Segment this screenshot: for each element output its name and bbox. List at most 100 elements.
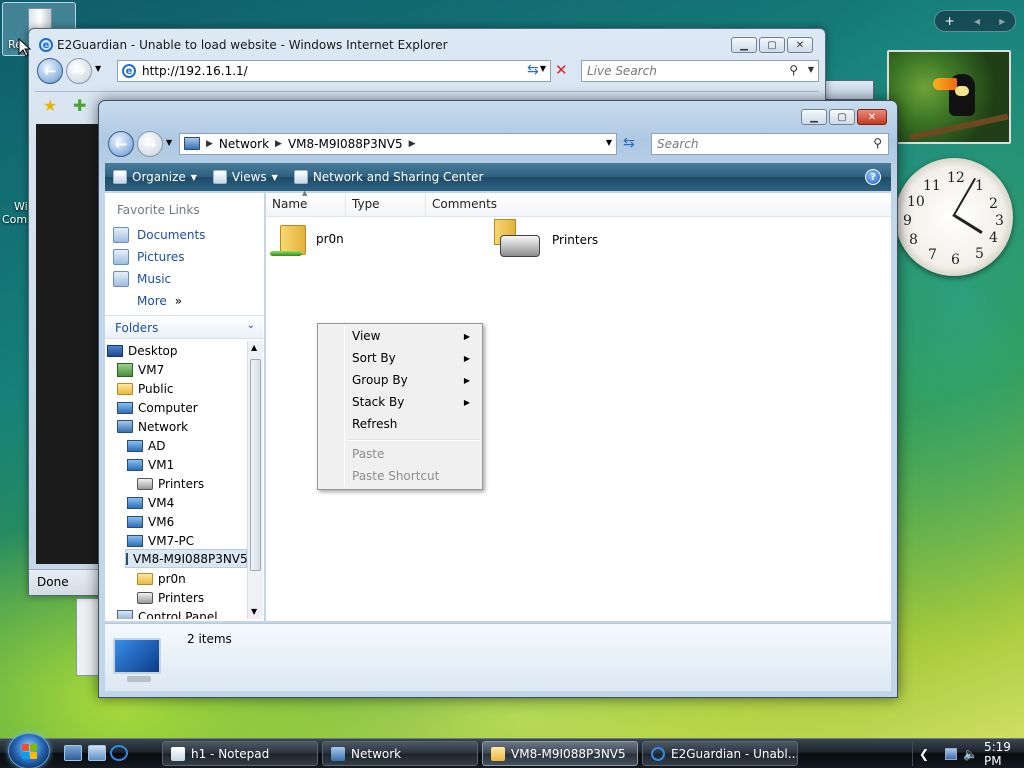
ie-title-bar[interactable]: e E2Guardian - Unable to load website - … (39, 38, 448, 52)
address-dropdown-icon[interactable]: ▼ (606, 138, 612, 147)
add-favorites-icon[interactable]: ✚ (73, 96, 86, 115)
ie-maximize-button[interactable]: ▢ (759, 37, 785, 53)
next-icon[interactable]: ▸ (999, 14, 1005, 28)
show-hidden-icons-icon[interactable]: ❮ (919, 747, 929, 761)
taskbar-clock[interactable]: 5:19 PM (984, 740, 1024, 768)
search-icon[interactable]: ⚲ (873, 136, 882, 150)
favorite-link-more[interactable]: More » (137, 291, 182, 311)
previous-icon[interactable]: ◂ (974, 14, 980, 28)
breadcrumb-arrow-icon[interactable]: ▶ (206, 139, 213, 149)
file-item-printers[interactable]: Printers (494, 219, 598, 261)
favorite-link-label: Documents (137, 228, 206, 242)
taskbar-button-network[interactable]: Network (322, 741, 478, 766)
tree-item-computer[interactable]: Computer (117, 398, 198, 417)
menu-item-label: Paste (352, 447, 385, 461)
tree-scrollbar[interactable]: ▲ ▼ (247, 341, 263, 619)
ie-forward-button[interactable]: → (66, 58, 92, 84)
sidebar-toolbar[interactable]: + ◂ ▸ (934, 10, 1016, 32)
tree-item-public[interactable]: Public (117, 379, 174, 398)
menu-item-sort-by[interactable]: Sort By ▶ (320, 347, 480, 369)
network-sharing-center-button[interactable]: Network and Sharing Center (286, 163, 492, 191)
show-desktop-icon[interactable] (64, 745, 82, 761)
explorer-address-bar[interactable]: ▶ Network ▶ VM8-M9I088P3NV5 ▶ ▼ (179, 133, 617, 155)
breadcrumb-network[interactable]: Network (219, 137, 269, 151)
chevron-down-icon: ▼ (190, 172, 197, 182)
network-status-icon[interactable] (945, 747, 957, 760)
ie-history-dropdown-icon[interactable]: ▼ (95, 64, 101, 73)
refresh-icon[interactable]: ⇆ (623, 135, 635, 151)
file-item-pr0n[interactable]: pr0n (270, 221, 344, 257)
explorer-forward-button[interactable]: → (137, 131, 163, 157)
menu-item-label: Paste Shortcut (352, 469, 440, 483)
explorer-maximize-button[interactable]: ▢ (829, 109, 855, 125)
tree-item-network[interactable]: Network (117, 417, 188, 436)
column-header-type[interactable]: Type (346, 193, 426, 217)
ie-page-content[interactable] (36, 124, 102, 564)
tree-item-vm1[interactable]: VM1 (127, 455, 174, 474)
search-icon[interactable]: ⚲ (789, 63, 798, 77)
menu-item-paste-shortcut[interactable]: Paste Shortcut (320, 465, 480, 487)
breadcrumb-computer[interactable]: VM8-M9I088P3NV5 (288, 137, 403, 151)
slideshow-gadget[interactable] (887, 50, 1011, 144)
ie-minimize-button[interactable]: ▁ (731, 37, 757, 53)
menu-item-stack-by[interactable]: Stack By ▶ (320, 391, 480, 413)
scrollbar-thumb[interactable] (250, 359, 261, 571)
tree-item-vm7-pc[interactable]: VM7-PC (127, 531, 194, 550)
tree-item-vm8-printers[interactable]: Printers (137, 588, 204, 607)
taskbar-button-notepad[interactable]: h1 - Notepad (162, 741, 318, 766)
help-icon[interactable]: ? (865, 169, 881, 185)
computer-desktop-icon[interactable]: Wi Com (0, 200, 30, 226)
ie-close-button[interactable]: ✕ (787, 37, 813, 53)
search-options-icon[interactable]: ▼ (808, 65, 814, 74)
explorer-minimize-button[interactable]: ▁ (801, 109, 827, 125)
favorites-star-icon[interactable]: ★ (43, 96, 57, 115)
start-button[interactable] (8, 733, 50, 768)
folders-header[interactable]: Folders ⌄ (105, 315, 263, 339)
favorite-link-pictures[interactable]: Pictures (113, 247, 185, 267)
network-icon (331, 746, 345, 761)
menu-item-group-by[interactable]: Group By ▶ (320, 369, 480, 391)
tree-item-vm7[interactable]: VM7 (117, 360, 164, 379)
recent-pages-dropdown-icon[interactable]: ▼ (166, 138, 172, 147)
tree-item-pr0n[interactable]: pr0n (137, 569, 186, 588)
refresh-icon[interactable]: ⇆ (527, 62, 539, 78)
switch-windows-icon[interactable] (88, 745, 106, 761)
tree-item-control-panel[interactable]: Control Panel (117, 607, 218, 619)
column-header-comments[interactable]: Comments (426, 193, 891, 217)
favorite-link-documents[interactable]: Documents (113, 225, 205, 245)
background-window-edge[interactable] (820, 80, 874, 100)
ie-address-dropdown-icon[interactable]: ▼ (540, 64, 546, 73)
tree-item-ad[interactable]: AD (127, 436, 165, 455)
ie-back-button[interactable]: ← (37, 58, 63, 84)
tree-item-vm8[interactable]: VM8-M9I088P3NV5 (125, 549, 247, 568)
explorer-search-box[interactable]: Search ⚲ (651, 133, 889, 155)
shared-folder-icon (270, 221, 308, 257)
menu-item-refresh[interactable]: Refresh (320, 413, 480, 435)
volume-muted-icon[interactable]: 🔈 (963, 747, 978, 761)
clock-gadget[interactable]: 12 1 2 3 4 5 6 7 8 9 10 11 (895, 158, 1013, 276)
scroll-down-icon[interactable]: ▼ (251, 607, 257, 616)
explorer-close-button[interactable]: ✕ (857, 109, 887, 125)
tree-item-desktop[interactable]: Desktop (107, 341, 178, 360)
tree-item-vm4[interactable]: VM4 (127, 493, 174, 512)
explorer-window[interactable]: ▁ ▢ ✕ ← → ▼ ▶ Network ▶ VM8-M9I088P3NV5 … (98, 100, 898, 698)
tree-item-vm6[interactable]: VM6 (127, 512, 174, 531)
scroll-up-icon[interactable]: ▲ (251, 343, 257, 352)
ie-address-bar[interactable]: e http://192.16.1.1/ ▼ (117, 60, 551, 82)
add-gadget-icon[interactable]: + (945, 14, 955, 28)
taskbar-button-ie[interactable]: E2Guardian - Unabl... (642, 741, 798, 766)
breadcrumb-arrow-icon[interactable]: ▶ (275, 139, 282, 149)
favorite-link-music[interactable]: Music (113, 269, 171, 289)
stop-icon[interactable]: ✕ (555, 61, 568, 79)
organize-button[interactable]: Organize ▼ (105, 163, 205, 191)
taskbar-button-vm8[interactable]: VM8-M9I088P3NV5 (482, 741, 638, 766)
ie-search-box[interactable]: Live Search ⚲ ▼ (581, 60, 819, 82)
views-button[interactable]: Views ▼ (205, 163, 286, 191)
menu-item-view[interactable]: View ▶ (320, 325, 480, 347)
tree-item-vm1-printers[interactable]: Printers (137, 474, 204, 493)
breadcrumb-arrow-icon[interactable]: ▶ (409, 139, 416, 149)
ie-quick-launch-icon[interactable] (110, 745, 128, 761)
menu-item-paste[interactable]: Paste (320, 443, 480, 465)
column-header-name[interactable]: Name ▲ (266, 189, 346, 217)
explorer-back-button[interactable]: ← (108, 131, 134, 157)
